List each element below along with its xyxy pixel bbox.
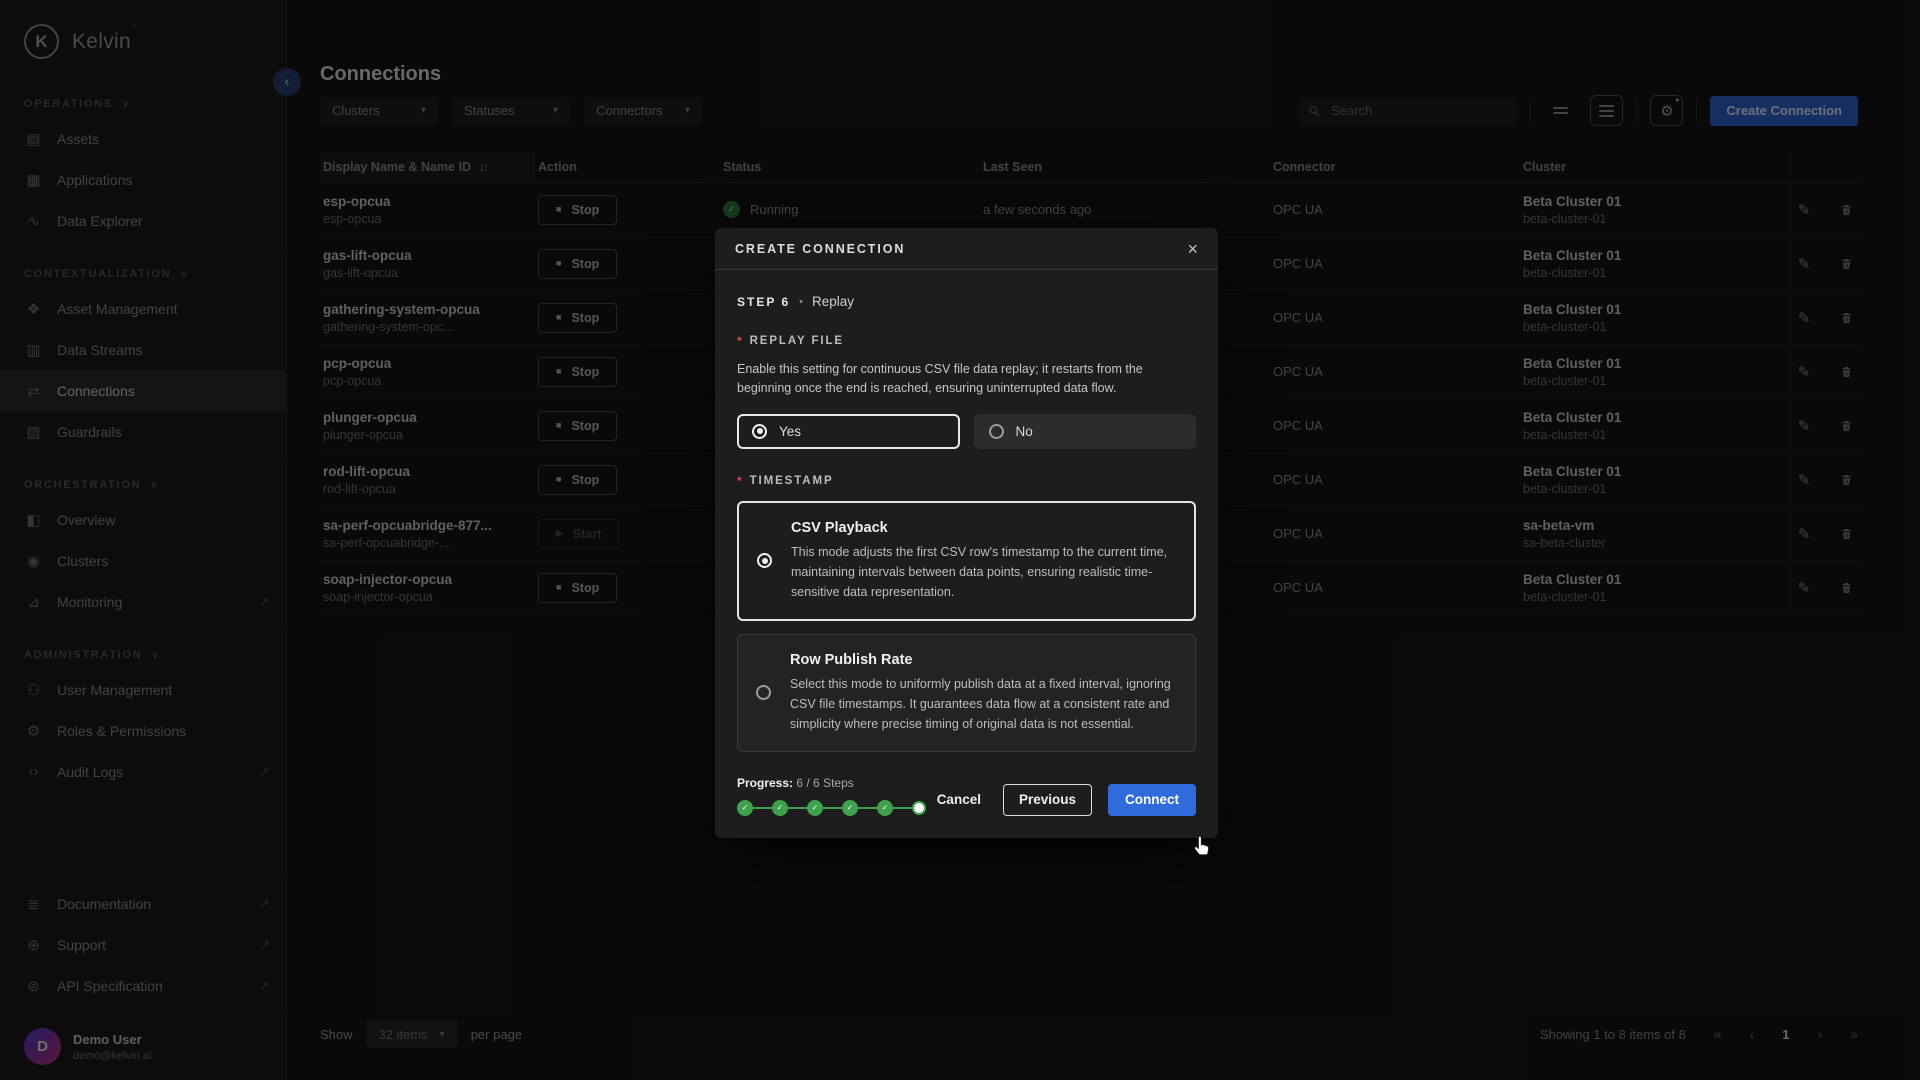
progress-stepper: ✓ ✓ ✓ ✓ ✓ [737,800,926,816]
step-connector [753,807,772,809]
modal-title: CREATE CONNECTION [735,242,905,256]
step-complete-icon: ✓ [877,800,893,816]
step-connector [823,807,842,809]
timestamp-option-title: Row Publish Rate [790,652,1177,668]
required-mark: * [737,474,744,488]
radio-icon [989,424,1004,439]
radio-icon [752,424,767,439]
timestamp-label: * TIMESTAMP [737,474,1196,488]
step-complete-icon: ✓ [772,800,788,816]
close-icon[interactable]: × [1187,240,1198,258]
modal-footer: Progress: 6 / 6 Steps ✓ ✓ ✓ ✓ ✓ Cancel Previ… [715,752,1218,838]
timestamp-option-description: This mode adjusts the first CSV row's ti… [791,542,1176,602]
replay-no-option[interactable]: No [974,414,1197,449]
step-connector [858,807,877,809]
step-indicator: STEP 6 • Replay [737,294,1196,309]
replay-file-label: * REPLAY FILE [737,334,1196,348]
step-label: STEP 6 [737,295,790,309]
app-root: K Kelvin OPERATIONS ∨ ▤ Assets [0,0,1920,1080]
timestamp-option-title: CSV Playback [791,520,1176,536]
step-current-icon [912,801,926,815]
replay-file-description: Enable this setting for continuous CSV f… [737,360,1168,399]
timestamp-options: CSV Playback This mode adjusts the first… [737,501,1196,752]
replay-yes-option[interactable]: Yes [737,414,960,449]
timestamp-option-card[interactable]: CSV Playback This mode adjusts the first… [737,501,1196,621]
modal-body: STEP 6 • Replay * REPLAY FILE Enable thi… [715,270,1218,752]
step-connector [893,807,912,809]
timestamp-option-description: Select this mode to uniformly publish da… [790,674,1177,734]
previous-button[interactable]: Previous [1003,784,1092,816]
replay-file-options: Yes No [737,414,1196,449]
step-separator: • [799,296,803,308]
step-connector [788,807,807,809]
step-complete-icon: ✓ [807,800,823,816]
yes-label: Yes [779,424,801,439]
progress-block: Progress: 6 / 6 Steps ✓ ✓ ✓ ✓ ✓ [737,776,926,816]
required-mark: * [737,334,744,348]
step-complete-icon: ✓ [737,800,753,816]
modal-header: CREATE CONNECTION × [715,228,1218,270]
modal-buttons: Cancel Previous Connect [931,784,1196,816]
progress-text: Progress: 6 / 6 Steps [737,776,926,790]
step-name: Replay [812,294,854,309]
timestamp-option-card[interactable]: Row Publish Rate Select this mode to uni… [737,634,1196,752]
cancel-button[interactable]: Cancel [931,791,987,808]
connect-button[interactable]: Connect [1108,784,1196,816]
create-connection-modal: CREATE CONNECTION × STEP 6 • Replay * RE… [715,228,1218,838]
radio-icon [757,553,772,568]
no-label: No [1016,424,1033,439]
radio-icon [756,685,771,700]
step-complete-icon: ✓ [842,800,858,816]
